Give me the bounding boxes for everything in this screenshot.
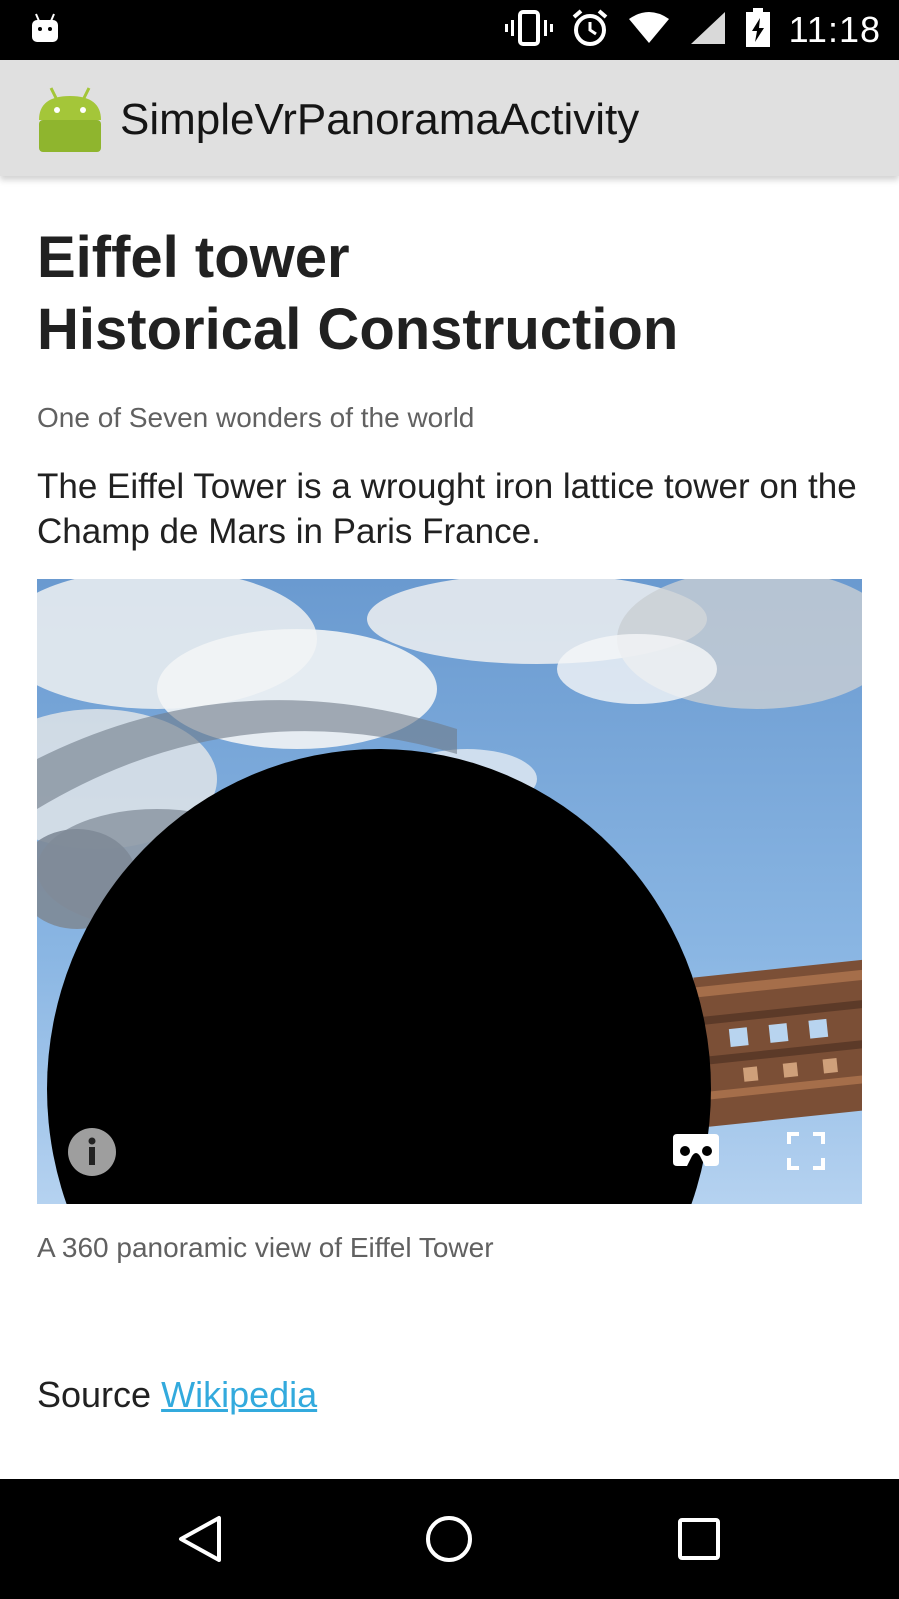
status-bar: 11:18 (0, 0, 899, 60)
article-title: Eiffel tower Historical Construction (37, 222, 862, 366)
source-line: Source Wikipedia (37, 1374, 317, 1416)
home-icon (426, 1516, 472, 1562)
article-title-line1: Eiffel tower (37, 225, 350, 290)
fullscreen-icon (787, 1132, 825, 1170)
cardboard-vr-icon (673, 1134, 719, 1166)
recents-icon (678, 1518, 720, 1560)
vr-panorama-view[interactable] (37, 579, 862, 1204)
status-time: 11:18 (788, 9, 881, 50)
battery-charging-icon (745, 7, 771, 53)
article-subtitle: One of Seven wonders of the world (37, 402, 475, 433)
android-notification-icon (30, 12, 60, 44)
app-bar: SimpleVrPanoramaActivity (0, 60, 899, 176)
wikipedia-link[interactable]: Wikipedia (161, 1374, 317, 1415)
home-button[interactable] (389, 1479, 509, 1599)
panorama-image (37, 579, 862, 1204)
article-description: The Eiffel Tower is a wrought iron latti… (37, 467, 857, 551)
recents-button[interactable] (639, 1479, 759, 1599)
article-title-line2: Historical Construction (37, 297, 679, 362)
wifi-icon (627, 11, 671, 50)
vibrate-icon (504, 9, 553, 51)
android-robot-icon (37, 86, 103, 154)
back-icon (179, 1516, 221, 1562)
app-title: SimpleVrPanoramaActivity (120, 95, 640, 144)
source-label: Source (37, 1374, 152, 1415)
back-button[interactable] (140, 1479, 260, 1599)
panorama-caption: A 360 panoramic view of Eiffel Tower (37, 1232, 494, 1263)
alarm-icon (571, 8, 609, 52)
navigation-bar (0, 1479, 899, 1599)
info-icon (68, 1128, 116, 1176)
signal-icon (689, 10, 727, 51)
article: Eiffel tower Historical Construction One… (37, 222, 862, 554)
